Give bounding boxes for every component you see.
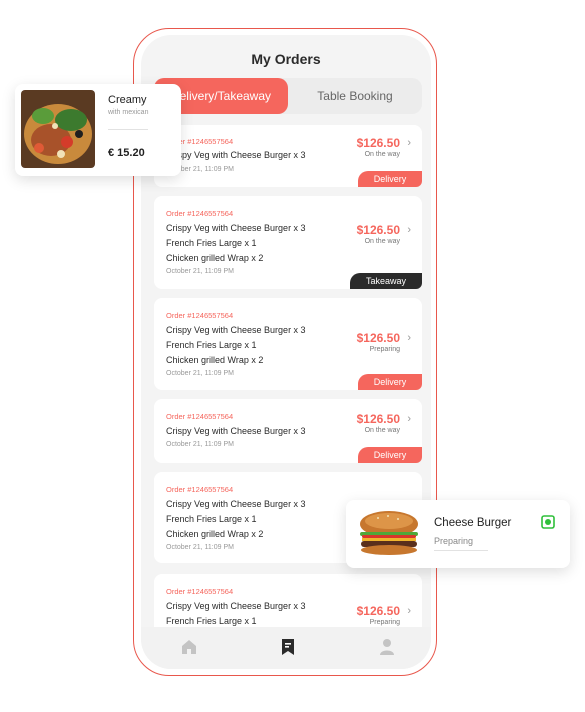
dish-subtitle: with mexican xyxy=(108,109,149,116)
order-price: $126.50 xyxy=(356,223,400,237)
order-price: $126.50 xyxy=(356,331,400,345)
featured-dish-card[interactable]: Creamy with mexican € 15.20 xyxy=(15,84,181,176)
divider xyxy=(108,129,148,130)
order-item: French Fries Large x 1 xyxy=(166,514,257,524)
order-card[interactable]: Order #1246557564 Crispy Veg with Cheese… xyxy=(154,125,422,187)
bottom-nav xyxy=(141,627,431,669)
burger-name: Cheese Burger xyxy=(434,517,512,529)
order-number: Order #1246557564 xyxy=(166,485,234,494)
chevron-right-icon[interactable]: › xyxy=(407,605,411,617)
order-item: French Fries Large x 1 xyxy=(166,616,257,626)
order-type-badge: Takeaway xyxy=(350,273,422,289)
order-date: October 21, 11:09 PM xyxy=(166,544,234,551)
order-type-badge: Delivery xyxy=(358,374,422,390)
profile-icon[interactable] xyxy=(377,637,397,657)
order-status: Preparing xyxy=(369,619,400,626)
order-item: Crispy Veg with Cheese Burger x 3 xyxy=(166,325,306,335)
order-type-badge: Delivery xyxy=(358,447,422,463)
order-number: Order #1246557564 xyxy=(166,587,234,596)
order-number: Order #1246557564 xyxy=(166,209,234,218)
divider xyxy=(434,550,488,551)
tab-table-booking[interactable]: Table Booking xyxy=(288,78,422,114)
order-item: Crispy Veg with Cheese Burger x 3 xyxy=(166,223,306,233)
order-date: October 21, 11:09 PM xyxy=(166,441,234,448)
chevron-right-icon[interactable]: › xyxy=(407,137,411,149)
order-type-badge: Delivery xyxy=(358,171,422,187)
order-date: October 21, 11:09 PM xyxy=(166,268,234,275)
dish-price: € 15.20 xyxy=(108,147,145,159)
order-number: Order #1246557564 xyxy=(166,311,234,320)
order-item: Crispy Veg with Cheese Burger x 3 xyxy=(166,601,306,611)
chevron-right-icon[interactable]: › xyxy=(407,224,411,236)
home-icon[interactable] xyxy=(179,637,199,657)
order-date: October 21, 11:09 PM xyxy=(166,370,234,377)
order-price: $126.50 xyxy=(356,136,400,150)
order-card[interactable]: Order #1246557564 Crispy Veg with Cheese… xyxy=(154,298,422,390)
order-type-tabs: Delivery/Takeaway Table Booking xyxy=(154,78,422,114)
order-item: Chicken grilled Wrap x 2 xyxy=(166,355,264,365)
order-item: Chicken grilled Wrap x 2 xyxy=(166,529,264,539)
order-price: $126.50 xyxy=(356,412,400,426)
order-status: On the way xyxy=(364,427,400,434)
order-number: Order #1246557564 xyxy=(166,412,234,421)
order-card[interactable]: Order #1246557564 Crispy Veg with Cheese… xyxy=(154,196,422,289)
chevron-right-icon[interactable]: › xyxy=(407,413,411,425)
phone-screen: My Orders Delivery/Takeaway Table Bookin… xyxy=(141,35,431,669)
burger-status: Preparing xyxy=(434,536,474,546)
order-item: Crispy Veg with Cheese Burger x 3 xyxy=(166,150,306,160)
dish-image xyxy=(21,90,95,168)
order-status: On the way xyxy=(364,151,400,158)
veg-indicator-icon xyxy=(541,515,555,529)
burger-image xyxy=(360,511,418,555)
order-item: Crispy Veg with Cheese Burger x 3 xyxy=(166,499,306,509)
order-item: French Fries Large x 1 xyxy=(166,340,257,350)
order-item: Chicken grilled Wrap x 2 xyxy=(166,253,264,263)
order-status: Preparing xyxy=(369,346,400,353)
dish-name: Creamy xyxy=(108,94,147,106)
order-item: French Fries Large x 1 xyxy=(166,238,257,248)
receipt-icon[interactable] xyxy=(278,637,298,657)
order-status: On the way xyxy=(364,238,400,245)
chevron-right-icon[interactable]: › xyxy=(407,332,411,344)
page-title: My Orders xyxy=(251,51,321,67)
order-card[interactable]: Order #1246557564 Crispy Veg with Cheese… xyxy=(154,399,422,463)
burger-status-card[interactable]: Cheese Burger Preparing xyxy=(346,500,570,568)
order-price: $126.50 xyxy=(356,604,400,618)
order-item: Crispy Veg with Cheese Burger x 3 xyxy=(166,426,306,436)
